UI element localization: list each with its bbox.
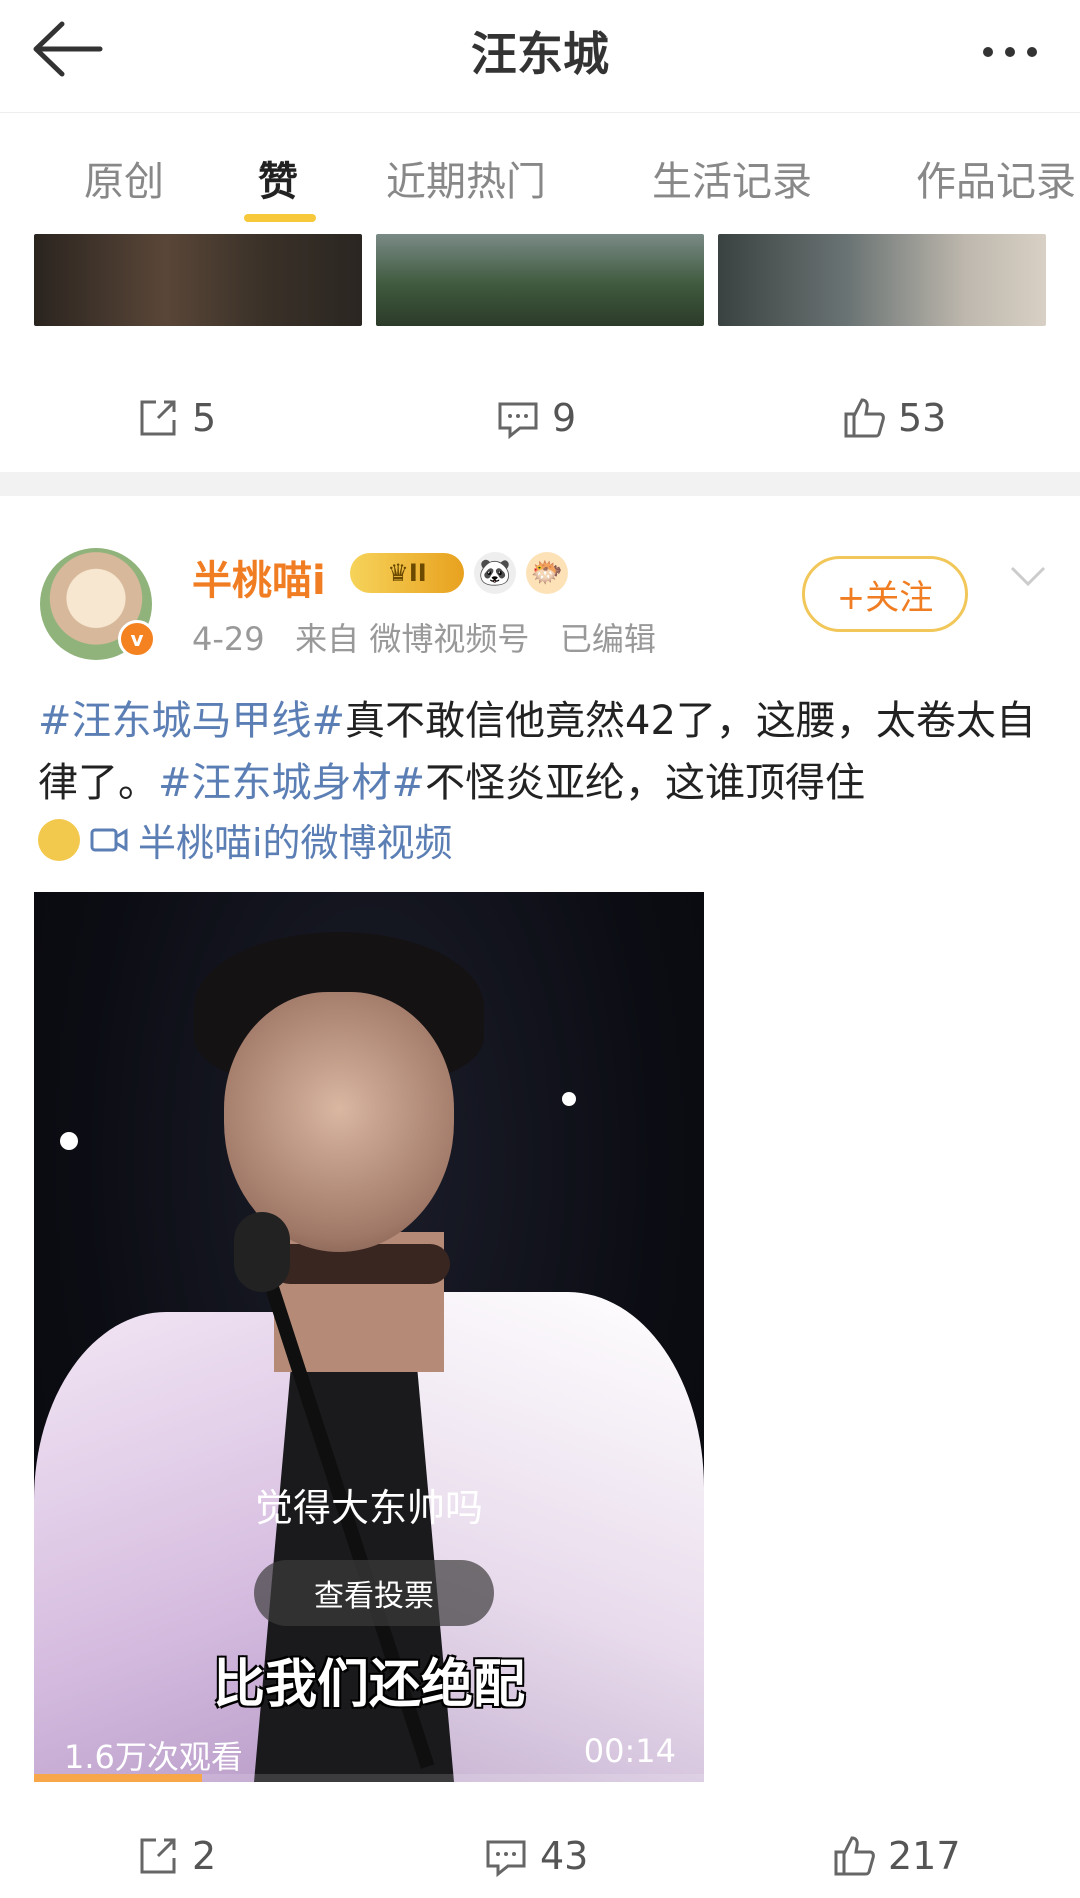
post-image-1[interactable] [34, 234, 362, 326]
stage-light [562, 1092, 576, 1106]
video-progress-fill [34, 1774, 202, 1782]
tab-liked[interactable]: 赞 [258, 149, 298, 207]
username[interactable]: 半桃喵i [192, 548, 326, 606]
post-date: 4-29 [192, 620, 265, 658]
post-text-part: 不怪炎亚纶，这谁顶得住 [425, 760, 866, 806]
fish-badge-icon: 🐡 [526, 552, 568, 594]
source-prefix: 来自 [295, 620, 360, 658]
thumbs-up-icon [834, 1836, 875, 1876]
video-link[interactable]: 半桃喵i的微博视频 [38, 812, 453, 867]
tab-recent-hot[interactable]: 近期热门 [386, 149, 546, 207]
hashtag-link[interactable]: #汪东城身材# [158, 760, 425, 806]
comment-icon [486, 1840, 526, 1878]
post-body: #汪东城马甲线#真不敢信他竟然42了，这腰，太卷太自律了。#汪东城身材#不怪炎亚… [38, 690, 1048, 814]
like-button[interactable]: 53 [842, 396, 946, 440]
repost-count: 2 [192, 1834, 217, 1878]
post-divider [0, 472, 1080, 496]
tab-works-record[interactable]: 作品记录 [916, 149, 1076, 207]
post-actions: 2 43 217 [0, 1818, 1080, 1898]
comment-button[interactable]: 43 [484, 1834, 588, 1878]
video-progress-bar[interactable] [34, 1774, 704, 1782]
more-options-icon[interactable] [970, 14, 1050, 84]
tab-life-record[interactable]: 生活记录 [652, 149, 812, 207]
top-bar: 汪东城 [0, 0, 1080, 96]
repost-icon [140, 400, 176, 436]
video-figure-choker [270, 1244, 450, 1284]
like-button[interactable]: 217 [832, 1834, 961, 1878]
laugh-emoji-icon [38, 818, 80, 861]
microphone [234, 1212, 290, 1292]
user-badges: ♛ II 🐼 🐡 [350, 548, 568, 598]
comment-count: 43 [540, 1834, 589, 1878]
comment-button[interactable]: 9 [496, 396, 576, 440]
vote-question: 觉得大东帅吗 [254, 1486, 483, 1530]
repost-button[interactable]: 5 [136, 396, 216, 440]
video-camera-icon [90, 827, 128, 852]
page-title: 汪东城 [471, 27, 609, 81]
view-vote-button[interactable]: 查看投票 [254, 1560, 494, 1626]
post-image-2[interactable] [376, 234, 704, 326]
video-link-label: 半桃喵i的微博视频 [138, 821, 453, 865]
panda-badge-icon: 🐼 [474, 552, 516, 594]
comment-count: 9 [552, 396, 577, 440]
tab-original[interactable]: 原创 [84, 149, 164, 207]
prev-post-actions: 5 9 53 [0, 380, 1080, 460]
view-count: 1.6万次观看 [64, 1738, 243, 1776]
comment-icon [498, 402, 538, 440]
repost-count: 5 [192, 396, 217, 440]
vip-crown-icon: ♛ II [350, 553, 464, 593]
post-image-3[interactable] [718, 234, 1046, 326]
follow-button[interactable]: +关注 [802, 556, 968, 632]
tab-bar: 原创 赞 近期热门 生活记录 作品记录 [0, 112, 1080, 222]
post-meta: 4-29 来自 微博视频号 已编辑 [192, 614, 656, 660]
active-tab-indicator [244, 214, 316, 222]
thumbs-up-icon [844, 398, 885, 438]
repost-button[interactable]: 2 [136, 1834, 216, 1878]
video-duration: 00:14 [583, 1732, 676, 1770]
video-subtitle: 比我们还绝配 [212, 1655, 525, 1715]
verified-badge-icon: v [118, 620, 156, 658]
repost-icon [140, 1838, 176, 1874]
edited-label: 已编辑 [559, 620, 656, 658]
post-source[interactable]: 微博视频号 [369, 620, 529, 658]
hashtag-link[interactable]: #汪东城马甲线# [38, 698, 345, 744]
video-player[interactable]: 觉得大东帅吗 查看投票 比我们还绝配 1.6万次观看 00:14 [34, 892, 704, 1782]
chevron-down-icon[interactable] [1006, 556, 1050, 596]
vip-level: II [408, 559, 427, 587]
like-count: 53 [898, 396, 947, 440]
like-count: 217 [888, 1834, 961, 1878]
stage-light [60, 1132, 78, 1150]
